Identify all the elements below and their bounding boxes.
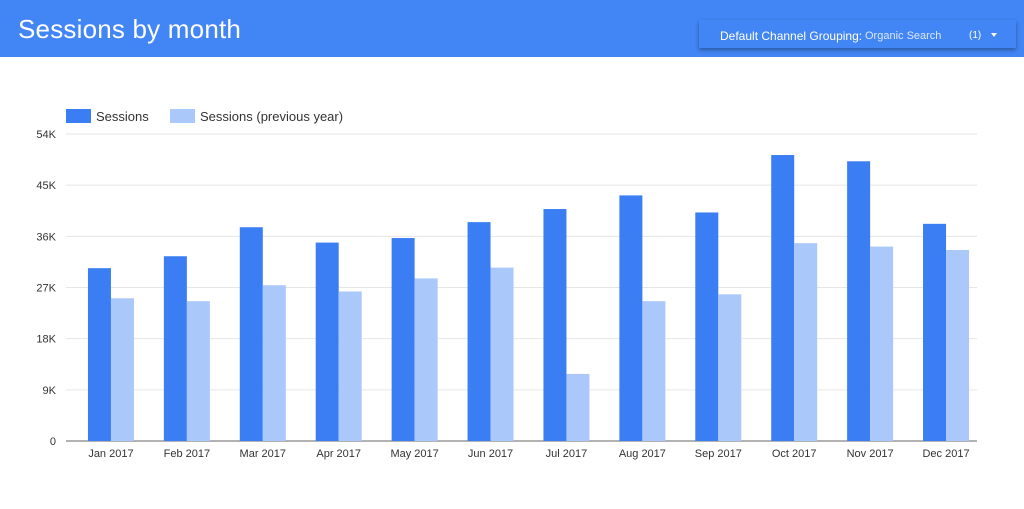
sessions-bar-chart: 0 9K 18K 27K 36K 45K 54K Jan 2017 Feb 2017 Mar 20… xyxy=(36,109,977,460)
bar-sessions-previous-year xyxy=(414,278,438,441)
bar-sessions xyxy=(87,268,111,441)
bar-sessions-previous-year xyxy=(186,301,210,441)
bar-sessions-previous-year xyxy=(794,243,818,441)
bar-sessions xyxy=(163,256,187,441)
bar-sessions xyxy=(239,227,263,441)
legend-swatch xyxy=(170,109,195,123)
bar-sessions xyxy=(923,223,947,441)
bar-sessions-previous-year xyxy=(642,301,666,441)
bar-sessions xyxy=(543,209,567,441)
x-tick-label: Jul 2017 xyxy=(546,448,588,460)
bar-sessions xyxy=(619,195,643,441)
y-tick-label: 18K xyxy=(36,334,56,346)
y-tick-label: 36K xyxy=(36,231,56,243)
bar-sessions xyxy=(847,161,871,442)
x-tick-label: Jun 2017 xyxy=(468,448,513,460)
x-tick-label: Jan 2017 xyxy=(88,448,133,460)
bar-sessions xyxy=(315,242,339,441)
x-tick-label: Sep 2017 xyxy=(695,448,742,460)
x-tick-label: Aug 2017 xyxy=(619,448,666,460)
bar-sessions-previous-year xyxy=(870,246,894,441)
bar-sessions xyxy=(695,212,719,441)
y-tick-label: 0 xyxy=(50,436,56,448)
x-tick-label: May 2017 xyxy=(390,448,438,460)
bar-sessions xyxy=(467,222,491,441)
bar-sessions-previous-year xyxy=(110,298,134,441)
legend-swatch xyxy=(66,109,91,123)
bar-sessions-previous-year xyxy=(718,294,742,441)
y-tick-label: 45K xyxy=(36,180,56,192)
y-tick-label: 54K xyxy=(36,129,56,141)
bar-sessions-previous-year xyxy=(262,285,286,441)
bar-sessions xyxy=(391,238,415,441)
x-tick-label: Mar 2017 xyxy=(240,448,286,460)
x-tick-label: Feb 2017 xyxy=(164,448,210,460)
x-tick-label: Apr 2017 xyxy=(316,448,361,460)
x-tick-label: Oct 2017 xyxy=(772,448,817,460)
y-tick-label: 9K xyxy=(43,385,57,397)
bar-sessions-previous-year xyxy=(946,249,970,441)
bar-sessions xyxy=(771,155,795,441)
legend-label: Sessions xyxy=(96,109,149,124)
bar-sessions-previous-year xyxy=(338,291,362,441)
bar-sessions-previous-year xyxy=(566,373,590,441)
y-tick-label: 27K xyxy=(36,283,56,295)
x-tick-label: Nov 2017 xyxy=(847,448,894,460)
x-tick-label: Dec 2017 xyxy=(922,448,969,460)
bar-sessions-previous-year xyxy=(490,267,514,441)
legend-label: Sessions (previous year) xyxy=(200,109,343,124)
